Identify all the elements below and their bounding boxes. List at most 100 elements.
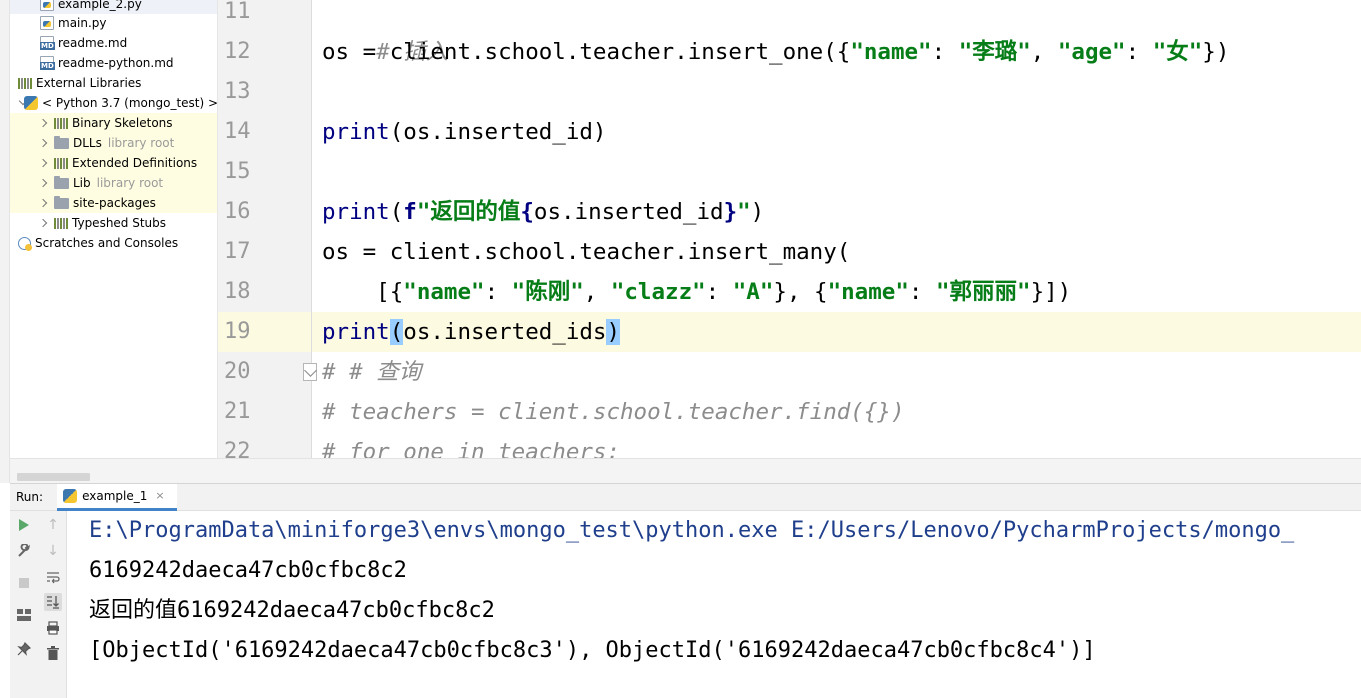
scrollbar-thumb[interactable] xyxy=(17,473,90,481)
tree-item-readme-python-md[interactable]: readme-python.md xyxy=(10,53,217,73)
library-icon xyxy=(54,157,68,169)
clear-button[interactable] xyxy=(44,644,62,662)
string-value: "A" xyxy=(732,279,774,305)
code-text: }, { xyxy=(773,279,828,305)
console-line: 返回的值6169242daeca47cb0cfbc8c2 xyxy=(89,598,495,623)
tree-item-scratches[interactable]: Scratches and Consoles xyxy=(10,233,217,253)
tree-item-label: Extended Definitions xyxy=(72,156,198,170)
code-text: }) xyxy=(1202,39,1230,65)
down-button[interactable]: ↓ xyxy=(44,542,62,560)
tree-item-label: < Python 3.7 (mongo_test) > xyxy=(42,96,218,110)
project-tree: example_2.py main.py readme.md readme-py… xyxy=(10,0,218,483)
console-line-command[interactable]: E:\ProgramData\miniforge3\envs\mongo_tes… xyxy=(89,511,1294,551)
folder-icon xyxy=(54,175,69,189)
soft-wrap-button[interactable] xyxy=(44,568,62,586)
run-panel-label: Run: xyxy=(16,490,44,504)
library-root-hint: library root xyxy=(96,176,164,190)
matched-paren: ( xyxy=(389,319,404,345)
library-icon xyxy=(54,217,68,229)
tree-item-main-py[interactable]: main.py xyxy=(10,13,217,33)
stop-button[interactable] xyxy=(15,574,33,592)
trash-icon xyxy=(47,646,59,660)
chevron-right-icon[interactable] xyxy=(38,158,48,168)
run-console[interactable]: E:\ProgramData\miniforge3\envs\mongo_tes… xyxy=(67,511,1361,698)
chevron-right-icon[interactable] xyxy=(38,138,48,148)
matched-paren: ) xyxy=(606,319,621,345)
tree-item-external-libraries[interactable]: External Libraries xyxy=(10,73,217,93)
markdown-file-icon xyxy=(40,56,55,70)
folder-icon xyxy=(54,195,69,209)
tree-item-label: site-packages xyxy=(73,196,156,210)
tree-item-lib[interactable]: Lib library root xyxy=(10,173,217,193)
string-value: " xyxy=(737,199,751,225)
rerun-button[interactable] xyxy=(15,516,33,534)
arrow-down-icon: ↓ xyxy=(47,543,59,559)
string-key: "clazz" xyxy=(610,279,706,305)
code-text: os = client.school.teacher.insert_one({ xyxy=(322,39,851,65)
code-text: os.inserted_ids xyxy=(403,319,607,345)
line-number: 15 xyxy=(224,159,251,184)
tree-item-example-2[interactable]: example_2.py xyxy=(10,0,217,14)
chevron-right-icon[interactable] xyxy=(38,198,48,208)
code-text: (os.inserted_id) xyxy=(389,119,607,145)
editor-gutter: 11 12 13 14 15 16 17 18 19 20 21 22 xyxy=(218,0,312,458)
up-button[interactable]: ↑ xyxy=(44,516,62,534)
library-icon xyxy=(54,117,68,129)
code-text: [{ xyxy=(322,279,404,305)
scratches-icon xyxy=(18,236,32,251)
tree-item-python-sdk[interactable]: < Python 3.7 (mongo_test) > xyxy=(10,93,218,113)
scroll-to-end-button[interactable] xyxy=(44,593,62,611)
code-line-21: # teachers = client.school.teacher.find(… xyxy=(312,392,1361,432)
python-file-icon xyxy=(40,16,54,30)
console-line: [ObjectId('6169242daeca47cb0cfbc8c3'), O… xyxy=(89,638,1096,663)
soft-wrap-icon xyxy=(47,572,60,584)
tree-item-site-packages[interactable]: site-packages xyxy=(10,193,217,213)
wrench-icon xyxy=(18,544,30,557)
run-tab-example-1[interactable]: example_1 × xyxy=(57,483,177,511)
code-line-17: os = client.school.teacher.insert_many( xyxy=(312,232,1361,272)
builtin-function: print xyxy=(322,319,390,345)
string-key: "age" xyxy=(1057,39,1126,65)
fstring-brace: { xyxy=(520,199,534,225)
settings-button[interactable] xyxy=(15,542,33,560)
builtin-function: print xyxy=(322,199,390,225)
run-icon xyxy=(19,519,29,531)
print-icon xyxy=(47,621,59,635)
comment: # # 查询 xyxy=(322,359,422,385)
close-icon[interactable]: × xyxy=(155,489,164,502)
code-editor[interactable]: # 插入 os = client.school.teacher.insert_o… xyxy=(312,0,1361,458)
line-number: 11 xyxy=(224,0,251,24)
code-line-19-current: print(os.inserted_ids) xyxy=(312,312,1361,352)
horizontal-scrollbar[interactable] xyxy=(10,458,1361,483)
tree-item-label: Scratches and Consoles xyxy=(35,236,179,250)
code-text: os.inserted_id xyxy=(533,199,724,225)
arrow-up-icon: ↑ xyxy=(47,517,59,533)
tree-item-label: DLLs xyxy=(73,136,102,150)
code-line-16: print(f"返回的值{os.inserted_id}") xyxy=(312,192,1361,232)
pin-button[interactable] xyxy=(15,640,33,658)
line-number: 14 xyxy=(224,119,251,144)
chevron-right-icon[interactable] xyxy=(38,218,48,228)
tree-item-typeshed-stubs[interactable]: Typeshed Stubs xyxy=(10,213,217,233)
code-text: ( xyxy=(389,199,404,225)
code-text: , xyxy=(1030,39,1058,65)
string-value: "陈刚" xyxy=(511,279,584,305)
stop-icon xyxy=(19,578,29,588)
comment: # teachers = client.school.teacher.find(… xyxy=(322,399,905,425)
line-number: 17 xyxy=(224,239,251,264)
comment: # for one in teachers: xyxy=(322,439,621,458)
tree-item-binary-skeletons[interactable]: Binary Skeletons xyxy=(10,113,217,133)
run-tab-label: example_1 xyxy=(82,488,148,503)
code-text: os = client.school.teacher.insert_many( xyxy=(322,239,851,265)
tree-item-dlls[interactable]: DLLs library root xyxy=(10,133,217,153)
print-button[interactable] xyxy=(44,619,62,637)
chevron-right-icon[interactable] xyxy=(38,118,48,128)
line-number: 18 xyxy=(224,279,251,304)
tree-item-label: readme-python.md xyxy=(58,56,174,70)
chevron-right-icon[interactable] xyxy=(38,178,48,188)
layout-button[interactable] xyxy=(15,606,33,624)
tree-item-readme-md[interactable]: readme.md xyxy=(10,33,217,53)
string-value: "郭丽丽" xyxy=(935,279,1031,305)
fold-icon[interactable] xyxy=(303,363,317,381)
tree-item-extended-definitions[interactable]: Extended Definitions xyxy=(10,153,217,173)
